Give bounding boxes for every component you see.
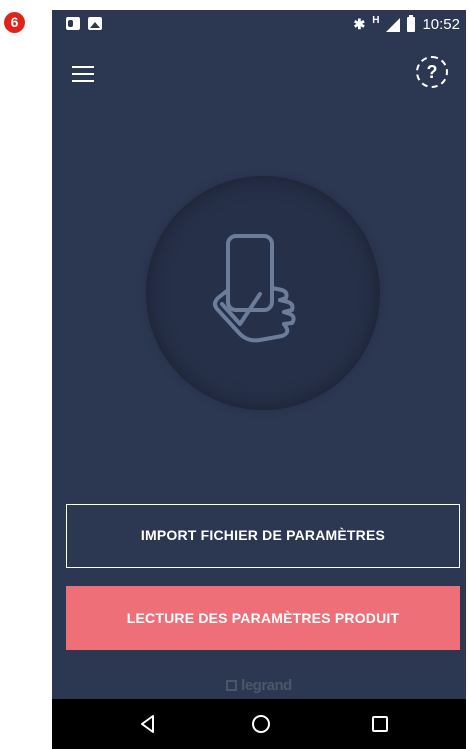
status-bar-left	[66, 17, 102, 30]
brand-logo-text: legrand	[241, 677, 292, 694]
network-type-icon: H	[372, 15, 380, 26]
back-triangle-icon[interactable]	[138, 714, 158, 734]
bluetooth-icon: ✱	[353, 16, 366, 32]
status-time: 10:52	[422, 16, 460, 33]
outlook-icon	[66, 17, 80, 30]
import-settings-file-button[interactable]: IMPORT FICHIER DE PARAMÈTRES	[66, 504, 460, 568]
hero-circle	[146, 176, 380, 410]
read-product-settings-button[interactable]: LECTURE DES PARAMÈTRES PRODUIT	[66, 586, 460, 650]
photo-icon	[88, 17, 102, 30]
status-bar: ✱ H 10:52	[52, 10, 466, 40]
hamburger-menu-icon[interactable]	[72, 66, 94, 82]
battery-icon	[407, 15, 416, 32]
brand-logo: legrand	[52, 677, 466, 694]
recent-apps-square-icon[interactable]	[370, 714, 390, 734]
legrand-mark-icon	[226, 680, 238, 691]
status-bar-right: ✱ H 10:52	[353, 15, 460, 33]
home-circle-icon[interactable]	[251, 714, 271, 734]
signal-icon	[386, 17, 401, 32]
step-number-badge: 6	[4, 12, 25, 33]
help-glyph: ?	[426, 62, 438, 82]
phone-screen: ✱ H 10:52 ? IMPORT FICHIER DE PARAMÈTRES…	[52, 10, 466, 749]
hand-holding-phone-icon	[213, 234, 296, 343]
android-navigation-bar	[52, 699, 466, 749]
help-icon[interactable]: ?	[416, 56, 448, 88]
